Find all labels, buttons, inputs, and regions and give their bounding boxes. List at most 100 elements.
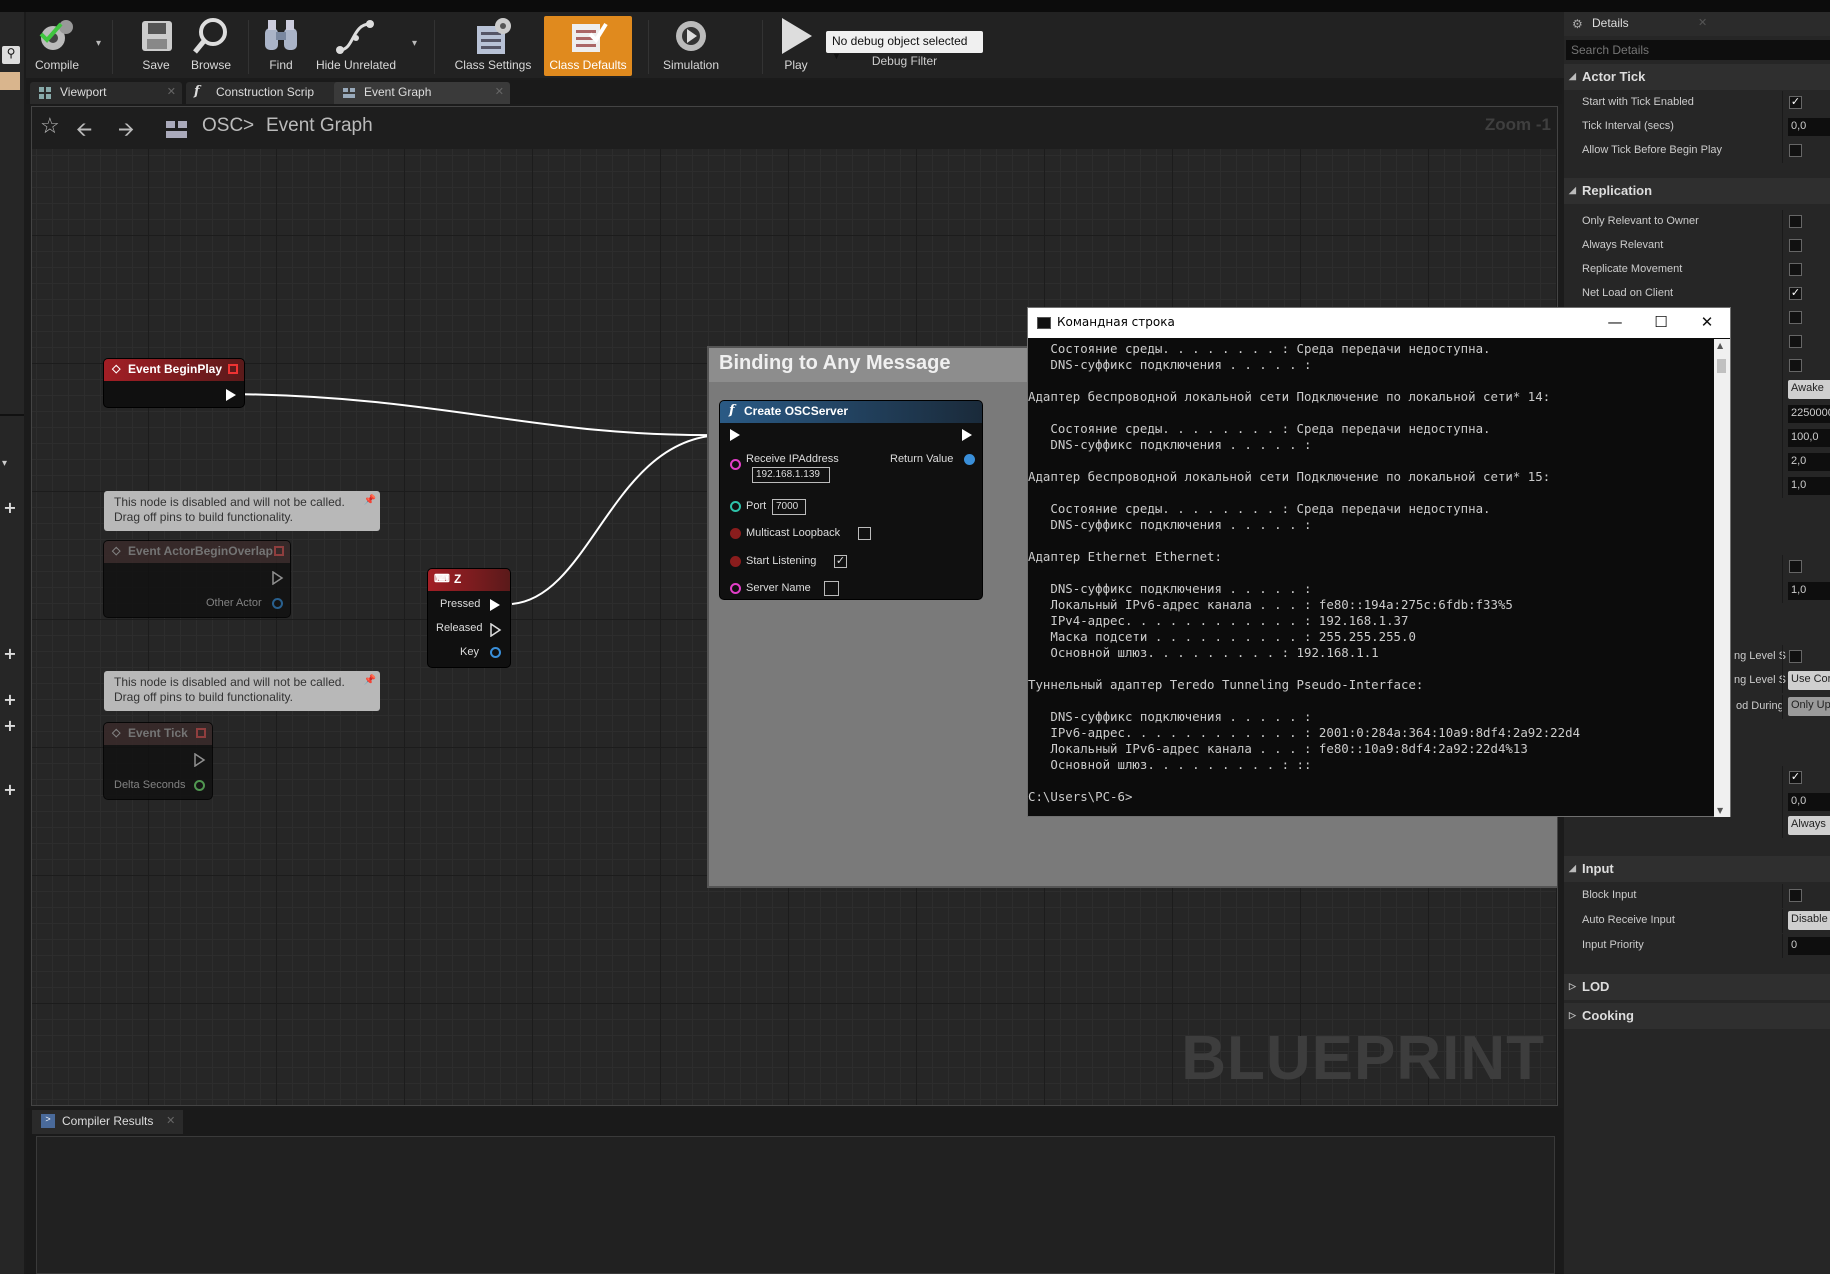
checkbox[interactable] [1789,650,1802,663]
multicast-loopback-pin[interactable] [730,528,741,539]
checkbox[interactable] [1789,560,1802,573]
details-search-input[interactable] [1566,40,1830,60]
delegate-pin-icon[interactable] [228,364,238,374]
dropdown-select[interactable]: Use Cor [1788,671,1830,690]
debug-object-select[interactable]: No debug object selected ▼ [826,31,983,61]
receive-ip-pin[interactable] [730,459,741,470]
scroll-up-icon[interactable]: ▲ [1717,341,1723,350]
port-input[interactable]: 7000 [772,499,806,515]
start-with-tick-checkbox[interactable]: ✓ [1789,96,1802,109]
exec-out-pin[interactable] [962,429,972,441]
port-pin[interactable] [730,501,741,512]
value-input[interactable]: 1,0 [1788,477,1830,495]
cmd-output[interactable]: Состояние среды. . . . . . . . : Среда п… [1028,339,1716,817]
add-icon[interactable]: + [0,690,20,709]
always-relevant-checkbox[interactable] [1789,239,1802,252]
event-beginplay-node[interactable]: ◇ Event BeginPlay [104,359,244,407]
cmd-titlebar[interactable]: Командная строка — ☐ ✕ [1028,308,1730,338]
delegate-pin-icon[interactable] [196,728,206,738]
pin-icon[interactable]: 📌 [364,673,376,688]
compiler-results-log[interactable] [36,1136,1555,1274]
cmd-scrollbar[interactable]: ▲ ▼ [1714,339,1730,817]
value-input[interactable]: 0,0 [1788,793,1830,811]
pressed-exec-pin[interactable] [490,599,500,611]
other-actor-pin[interactable] [272,598,283,609]
search-icon[interactable]: ⚲ [2,46,20,64]
block-input-checkbox[interactable] [1789,889,1802,902]
exec-in-pin[interactable] [730,429,740,441]
tab-construction-script[interactable]: f Construction Scrip ✕ [186,82,358,104]
compile-button[interactable]: Compile [30,16,84,76]
dropdown-arrow-icon[interactable]: ▾ [2,458,7,469]
key-pin[interactable] [490,647,501,658]
close-icon[interactable]: ✕ [1698,16,1707,29]
close-icon[interactable]: ✕ [1684,308,1730,338]
event-actorbeginoverlap-node[interactable]: ◇ Event ActorBeginOverlap Other Actor [104,541,290,617]
hide-unrelated-button[interactable]: Hide Unrelated [314,16,398,76]
browse-button[interactable]: Browse [186,16,236,76]
released-exec-pin-icon[interactable] [490,623,502,637]
command-prompt-window[interactable]: Командная строка — ☐ ✕ Состояние среды. … [1027,307,1731,817]
maximize-icon[interactable]: ☐ [1638,308,1684,338]
allow-tick-checkbox[interactable] [1789,144,1802,157]
server-name-pin[interactable] [730,583,741,594]
value-input[interactable]: 2250000 [1788,405,1830,423]
close-icon[interactable]: ✕ [167,85,176,98]
exec-out-pin-icon[interactable] [272,571,284,585]
input-priority-input[interactable]: 0 [1788,937,1830,955]
section-lod[interactable]: ▷ LOD [1564,974,1830,1000]
receive-ip-input[interactable]: 192.168.1.139 [752,467,830,483]
close-icon[interactable]: ✕ [166,1114,175,1127]
add-icon[interactable]: + [0,644,20,663]
save-button[interactable]: Save [134,16,178,76]
tab-event-graph[interactable]: Event Graph ✕ [334,82,510,104]
add-icon[interactable]: + [0,780,20,799]
start-listening-pin[interactable] [730,556,741,567]
compile-dropdown-icon[interactable]: ▾ [96,38,101,49]
event-tick-node[interactable]: ◇ Event Tick Delta Seconds [104,723,212,799]
value-input[interactable]: 100,0 [1788,429,1830,447]
checkbox[interactable] [1789,335,1802,348]
tab-viewport[interactable]: Viewport ✕ [30,82,182,104]
replicate-movement-checkbox[interactable] [1789,263,1802,276]
scroll-thumb[interactable] [1717,359,1726,373]
pin-icon[interactable]: 📌 [364,493,376,508]
dropdown-select[interactable]: Always [1788,816,1830,835]
class-defaults-button[interactable]: Class Defaults [544,16,632,76]
checkbox[interactable] [1789,311,1802,324]
checkbox[interactable]: ✓ [1789,771,1802,784]
hide-unrelated-dropdown-icon[interactable]: ▾ [412,38,417,49]
minimize-icon[interactable]: — [1592,308,1638,338]
color-swatch[interactable] [0,72,20,90]
delegate-pin-icon[interactable] [274,546,284,556]
auto-receive-input-select[interactable]: Disable [1788,911,1830,930]
scroll-down-icon[interactable]: ▼ [1717,806,1723,815]
add-icon[interactable]: + [0,498,20,517]
return-value-pin[interactable] [964,454,975,465]
net-load-checkbox[interactable]: ✓ [1789,287,1802,300]
server-name-input[interactable] [824,581,839,596]
section-replication[interactable]: ◢ Replication [1564,178,1830,204]
checkbox[interactable] [1789,359,1802,372]
exec-out-pin-icon[interactable] [194,753,206,767]
multicast-loopback-checkbox[interactable] [858,527,871,540]
dormancy-select[interactable]: Awake [1788,380,1830,399]
create-oscserver-node[interactable]: f Create OSCServer Receive IPAddress 192… [720,401,982,599]
only-relevant-checkbox[interactable] [1789,215,1802,228]
close-icon[interactable]: ✕ [495,85,504,98]
simulation-button[interactable]: Simulation [656,16,726,76]
tick-interval-input[interactable]: 0,0 [1788,118,1830,136]
delta-seconds-pin[interactable] [194,780,205,791]
key-z-node[interactable]: ⌨ Z Pressed Released Key [428,569,510,667]
add-icon[interactable]: + [0,716,20,735]
find-button[interactable]: Find [258,16,304,76]
value-input[interactable]: 2,0 [1788,453,1830,471]
play-button[interactable]: Play [770,16,822,76]
value-input[interactable]: 1,0 [1788,582,1830,600]
section-input[interactable]: ◢ Input [1564,856,1830,882]
details-tab[interactable]: ⚙ Details ✕ [1564,12,1830,36]
class-settings-button[interactable]: Class Settings [451,16,535,76]
exec-out-pin[interactable] [226,389,236,401]
start-listening-checkbox[interactable]: ✓ [834,555,847,568]
section-actor-tick[interactable]: ◢ Actor Tick [1564,64,1830,90]
